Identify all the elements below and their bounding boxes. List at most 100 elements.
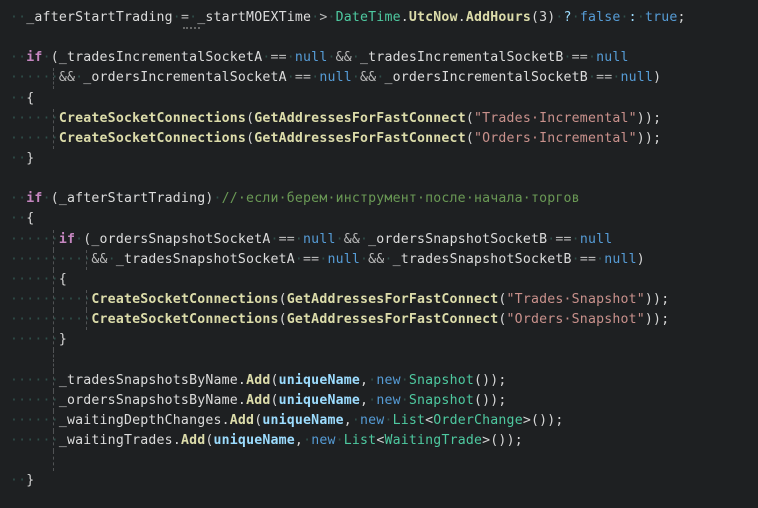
indent-guide — [53, 330, 54, 351]
whitespace-dots: ·· — [10, 10, 27, 25]
code-line[interactable]: ··········CreateSocketConnections(GetAdd… — [0, 289, 758, 311]
token-op: && — [335, 50, 352, 66]
token-method: Add — [246, 372, 271, 388]
token-type: OrderChange — [433, 412, 523, 428]
code-line[interactable]: ······&&·_ordersIncrementalSocketA·==·nu… — [0, 68, 758, 89]
code-line[interactable]: ··} — [0, 471, 758, 491]
code-line[interactable]: ······CreateSocketConnections(GetAddress… — [0, 128, 758, 149]
token-plain: _ordersIncrementalSocketA — [83, 70, 287, 86]
code-line[interactable]: ······} — [0, 330, 758, 351]
code-line-content: ··{ — [10, 91, 34, 106]
whitespace-dots: · — [294, 231, 304, 247]
token-punct: )) — [636, 130, 654, 146]
code-line-content: ······{ — [10, 272, 67, 287]
token-punct: )) — [644, 312, 662, 328]
token-ternary: ? — [563, 10, 572, 25]
whitespace-dots: · — [612, 70, 621, 86]
code-line[interactable] — [0, 451, 758, 472]
token-punct: ( — [465, 130, 474, 146]
whitespace-dots: · — [360, 251, 369, 267]
code-line[interactable]: ··{ — [0, 209, 758, 229]
token-brace: { — [26, 211, 35, 227]
code-line[interactable]: ··_afterStartTrading·=·_startMOEXTime·>·… — [0, 8, 758, 30]
code-line[interactable]: ······_ordersSnapshotsByName.Add(uniqueN… — [0, 390, 758, 411]
token-field: uniqueName — [262, 412, 344, 428]
code-line-content: ··········&&·_tradesSnapshotSocketA·==·n… — [10, 252, 645, 267]
whitespace-dots: · — [360, 231, 369, 247]
token-punct: )) — [644, 291, 662, 307]
token-kwblue: new — [360, 412, 385, 428]
token-punct: ; — [661, 291, 670, 307]
whitespace-dots: · — [286, 50, 295, 66]
code-line-content: ··} — [10, 151, 34, 166]
whitespace-dots: · — [294, 251, 304, 267]
whitespace-dots: · — [400, 372, 409, 388]
code-line-content: ··_afterStartTrading·=·_startMOEXTime·>·… — [10, 10, 686, 25]
code-line[interactable]: ··{ — [0, 89, 758, 109]
code-line[interactable]: ······_tradesSnapshotsByName.Add(uniqueN… — [0, 370, 758, 391]
token-type: List — [343, 432, 377, 448]
code-line-content: ······CreateSocketConnections(GetAddress… — [10, 131, 661, 146]
code-line[interactable]: ······{ — [0, 269, 758, 290]
token-punct: ; — [653, 130, 662, 146]
whitespace-dots: · — [620, 10, 629, 25]
code-line[interactable]: ··········&&·_tradesSnapshotSocketA·==·n… — [0, 249, 758, 270]
whitespace-dots: ······ — [10, 70, 59, 86]
token-method: CreateSocketConnections — [58, 110, 247, 126]
whitespace-dots: ·········· — [10, 291, 92, 307]
code-text-area[interactable]: ··_afterStartTrading·=·_startMOEXTime·>·… — [0, 8, 758, 491]
code-line[interactable]: ······_waitingTrades.Add(uniqueName,·new… — [0, 430, 758, 452]
whitespace-dots: ·· — [10, 150, 27, 166]
whitespace-dots: · — [172, 10, 181, 25]
whitespace-dots: · — [351, 70, 361, 86]
code-line[interactable] — [0, 28, 758, 48]
whitespace-dots: ·· — [10, 90, 27, 106]
token-punct: ) — [636, 251, 645, 267]
code-line[interactable]: ··········CreateSocketConnections(GetAdd… — [0, 310, 758, 331]
code-line[interactable]: ··} — [0, 149, 758, 169]
code-line[interactable]: ······if·(_ordersSnapshotSocketA·==·null… — [0, 229, 758, 250]
token-punct: ; — [498, 392, 507, 408]
token-punct: ) — [653, 70, 662, 86]
token-brace: } — [26, 473, 35, 489]
code-line[interactable]: ······CreateSocketConnections(GetAddress… — [0, 108, 758, 129]
token-op: == — [579, 251, 597, 267]
token-method: Add — [246, 392, 271, 408]
token-field: uniqueName — [278, 372, 361, 388]
whitespace-dots: ······ — [10, 231, 59, 247]
token-ternary: : — [628, 10, 637, 25]
token-cmt: //·если·берем·инструмент·после·начала·то… — [221, 191, 580, 207]
token-punct: ; — [661, 312, 670, 328]
token-punct: ; — [677, 10, 686, 25]
code-line[interactable]: ··if·(_afterStartTrading)·//·если·берем·… — [0, 189, 758, 209]
code-line-content: ······_waitingDepthChanges.Add(uniqueNam… — [10, 413, 564, 428]
token-op: = — [180, 10, 190, 25]
token-field: uniqueName — [278, 392, 361, 408]
token-punct: ( — [270, 392, 279, 408]
code-line-content: ··········CreateSocketConnections(GetAdd… — [10, 292, 669, 307]
indent-guide — [53, 229, 54, 250]
token-kwblue: null — [294, 50, 328, 66]
token-method: AddHours — [465, 10, 531, 25]
token-op: == — [270, 50, 287, 66]
whitespace-dots: · — [335, 231, 344, 247]
code-line[interactable]: ··if·(_tradesIncrementalSocketA·==·null·… — [0, 48, 758, 68]
token-punct: ) — [205, 191, 214, 207]
whitespace-dots: · — [42, 191, 51, 207]
token-kw: if — [26, 50, 43, 66]
token-method: CreateSocketConnections — [91, 291, 279, 307]
indent-guide — [86, 249, 87, 270]
token-kwblue: new — [376, 372, 401, 388]
token-punct: ; — [514, 432, 523, 448]
token-method: GetAddressesForFastConnect — [286, 291, 499, 307]
code-editor-viewport[interactable]: ··_afterStartTrading·=·_startMOEXTime·>·… — [0, 0, 758, 508]
code-line[interactable]: ······_waitingDepthChanges.Add(uniqueNam… — [0, 410, 758, 431]
whitespace-dots: · — [571, 231, 580, 247]
token-method: CreateSocketConnections — [91, 312, 279, 328]
token-method: GetAddressesForFastConnect — [254, 110, 466, 126]
code-line[interactable] — [0, 169, 758, 189]
token-op: && — [368, 251, 385, 267]
code-line[interactable] — [0, 350, 758, 371]
token-str: "Trades·Snapshot" — [506, 291, 645, 307]
token-punct: . — [172, 432, 181, 448]
